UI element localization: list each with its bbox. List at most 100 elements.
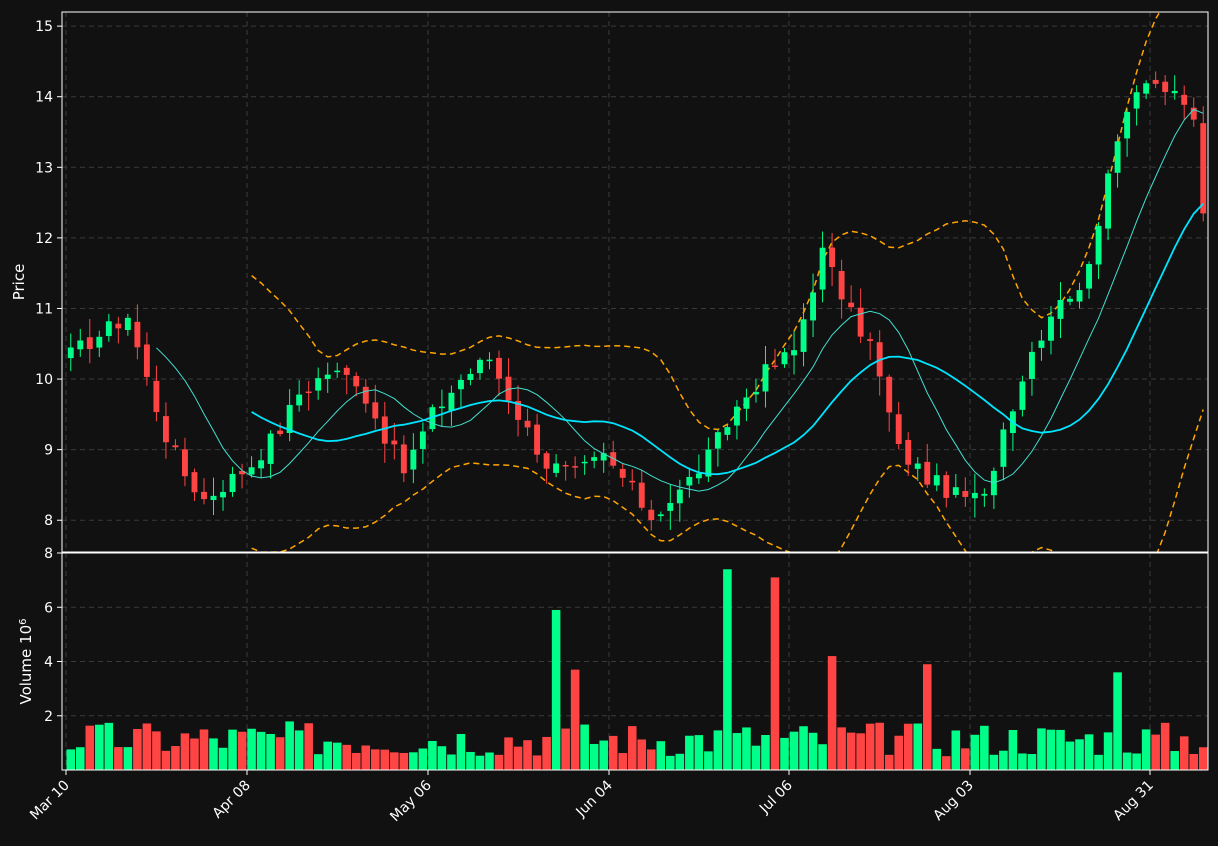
candle-body: [819, 247, 826, 290]
candle-body: [638, 482, 645, 508]
volume-bar: [485, 752, 494, 770]
price-tick-label: 13: [35, 160, 53, 176]
candle-body: [524, 420, 531, 428]
candle-body: [67, 347, 74, 359]
volume-bar: [1065, 741, 1075, 770]
volume-bar: [780, 737, 789, 770]
candle-body: [1086, 264, 1092, 289]
candle-body: [220, 491, 226, 498]
candle-body: [1038, 340, 1045, 348]
volume-bar: [1170, 751, 1179, 770]
volume-bar: [875, 722, 884, 770]
volume-bar: [922, 664, 932, 770]
volume-bar: [428, 740, 437, 770]
candle-body: [924, 461, 931, 485]
volume-bar: [152, 731, 161, 770]
volume-bar: [85, 725, 95, 770]
candle-body: [952, 487, 959, 495]
volume-bar: [1008, 729, 1018, 770]
volume-tick-label: 8: [44, 546, 53, 562]
candle-body: [714, 432, 721, 449]
volume-bar: [171, 746, 180, 770]
volume-bar: [199, 729, 209, 770]
volume-bar: [1113, 672, 1122, 770]
volume-bar: [1179, 736, 1189, 770]
candle-body: [477, 359, 483, 374]
volume-tick-label: 2: [44, 709, 53, 725]
candle-body: [134, 321, 141, 348]
volume-bar: [1141, 729, 1151, 770]
candle-body: [705, 449, 712, 477]
volume-bar: [1198, 747, 1208, 770]
volume-bar: [608, 735, 618, 770]
candle-body: [933, 475, 940, 486]
candle-body: [962, 490, 969, 497]
candle-body: [96, 336, 103, 348]
volume-bar: [1027, 753, 1037, 770]
volume-bar: [104, 722, 114, 770]
volume-bar: [494, 754, 504, 770]
price-tick-label: 8: [44, 513, 53, 529]
volume-bar: [180, 733, 190, 770]
candle-body: [591, 457, 598, 461]
volume-bar: [561, 728, 570, 770]
candle-body: [810, 292, 817, 321]
candle-body: [334, 370, 341, 373]
volume-bar: [275, 737, 285, 770]
candle-body: [162, 416, 169, 443]
candle-body: [258, 460, 265, 469]
candle-body: [343, 367, 350, 375]
candle-body: [724, 427, 731, 435]
volume-bar: [542, 736, 551, 770]
candle-body: [362, 386, 369, 404]
volume-bar: [313, 754, 323, 770]
candle-body: [1076, 290, 1083, 302]
volume-tick-label: 4: [44, 655, 53, 671]
volume-bar: [1122, 752, 1132, 770]
candle-body: [781, 352, 788, 365]
volume-bar: [323, 741, 332, 770]
volume-bar: [818, 744, 827, 770]
candle-body: [848, 302, 855, 308]
volume-bar: [123, 747, 133, 770]
volume-bar: [970, 734, 980, 770]
volume-bar: [456, 733, 466, 770]
volume-bar: [865, 723, 875, 770]
volume-bar: [827, 656, 837, 770]
volume-bar: [989, 754, 999, 770]
volume-bar: [399, 752, 409, 770]
candle-body: [1057, 299, 1064, 319]
volume-bar: [142, 723, 152, 770]
volume-bar: [504, 737, 513, 770]
volume-bar: [1018, 753, 1027, 770]
volume-bar: [532, 755, 542, 770]
candle-body: [762, 364, 769, 392]
volume-bar: [1046, 729, 1056, 770]
candle-body: [381, 416, 388, 444]
volume-bar: [447, 754, 456, 770]
candle-body: [210, 495, 217, 501]
candle-body: [629, 480, 636, 483]
candle-body: [267, 433, 274, 464]
volume-bar: [1056, 729, 1065, 770]
volume-bar: [646, 749, 656, 770]
volume-bar: [570, 669, 580, 770]
price-tick-label: 15: [35, 19, 53, 35]
volume-bar: [799, 726, 808, 770]
volume-axis-label: Volume 106: [17, 618, 35, 704]
candle-body: [1095, 225, 1102, 265]
candle-body: [619, 468, 626, 478]
candle-body: [772, 365, 778, 368]
candle-body: [410, 449, 417, 470]
volume-bar: [580, 724, 589, 770]
candle-body: [943, 475, 950, 498]
candle-body: [353, 376, 360, 387]
candle-body: [1114, 141, 1121, 173]
volume-bar: [751, 745, 761, 770]
candle-body: [467, 373, 474, 380]
candle-body: [143, 344, 150, 377]
volume-bar: [618, 753, 628, 770]
candle-body: [457, 380, 464, 390]
candle-body: [191, 472, 198, 493]
volume-bar: [332, 742, 342, 770]
